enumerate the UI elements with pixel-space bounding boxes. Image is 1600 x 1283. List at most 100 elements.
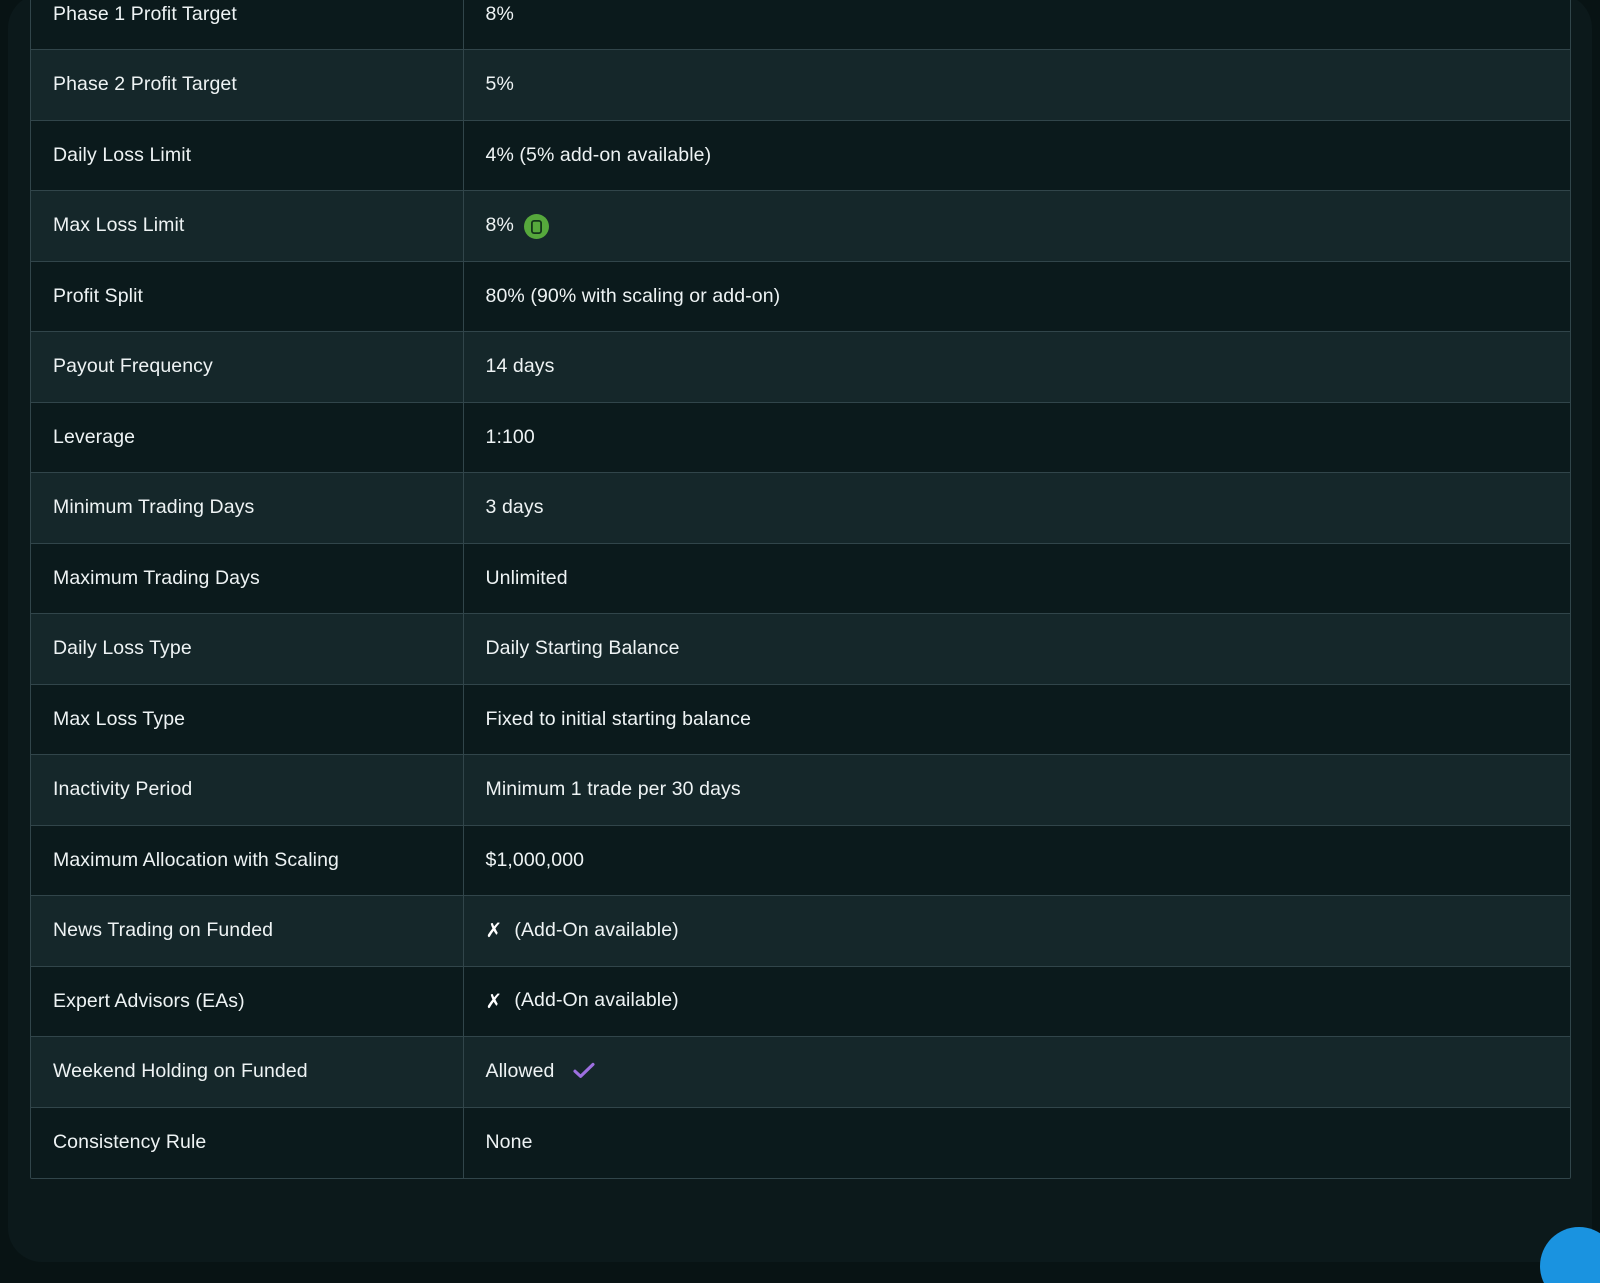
spec-value-cell: 80% (90% with scaling or add-on) [463, 261, 1570, 332]
table-row: Max Loss Type Fixed to initial starting b… [31, 684, 1570, 755]
spec-value-text: 4% (5% add-on available) [485, 143, 712, 166]
spec-label-cell: Daily Loss Limit [31, 120, 464, 191]
spec-value-cell: Fixed to initial starting balance [463, 684, 1570, 755]
table-row: Maximum Allocation with Scaling $1,000,00… [31, 825, 1570, 896]
spec-value-cell: ✗ (Add-On available) [463, 966, 1570, 1037]
spec-label-cell: Max Loss Limit [31, 190, 464, 262]
spec-value-wrap: Allowed [486, 1060, 595, 1083]
spec-label-text: Expert Advisors (EAs) [53, 989, 245, 1012]
cross-icon: ✗ [485, 918, 503, 942]
spec-value-cell: 4% (5% add-on available) [463, 120, 1570, 191]
spec-value-wrap: 80% (90% with scaling or add-on) [486, 285, 781, 308]
table-row: Profit Split 80% (90% with scaling or add… [31, 261, 1570, 332]
spec-value-text: Allowed [485, 1060, 555, 1083]
spec-value-text: 8% [485, 214, 514, 237]
spec-label-cell: Inactivity Period [31, 754, 464, 826]
spec-label-text: Leverage [53, 425, 136, 448]
spec-value-text: 80% (90% with scaling or add-on) [485, 284, 781, 307]
spec-value-wrap: 8% [486, 3, 514, 26]
spec-value-text: Minimum 1 trade per 30 days [485, 778, 741, 801]
spec-table: Phase 1 Profit Target 8% Phase 2 Profit Ta… [31, 0, 1570, 1178]
spec-label-cell: Profit Split [31, 261, 464, 332]
spec-value-text: 3 days [485, 496, 544, 519]
spec-label-text: Phase 1 Profit Target [53, 2, 237, 25]
spec-value-wrap: Fixed to initial starting balance [486, 708, 752, 731]
spec-value-cell: 3 days [463, 472, 1570, 544]
spec-label-cell: Expert Advisors (EAs) [31, 966, 464, 1037]
spec-value-wrap: 14 days [486, 355, 555, 378]
spec-label-cell: Phase 2 Profit Target [31, 49, 464, 121]
table-row: Daily Loss Type Daily Starting Balance [31, 613, 1570, 685]
spec-value-cell: 5% [463, 49, 1570, 121]
spec-value-text: $1,000,000 [485, 848, 585, 871]
table-row: Minimum Trading Days 3 days [31, 472, 1570, 544]
table-row: Daily Loss Limit 4% (5% add-on available) [31, 120, 1570, 191]
table-row: Leverage 1:100 [31, 402, 1570, 473]
spec-label-cell: Maximum Allocation with Scaling [31, 825, 464, 896]
spec-label-text: Max Loss Type [53, 707, 186, 730]
table-row: Expert Advisors (EAs) ✗ (Add-On available) [31, 966, 1570, 1037]
spec-label-text: Daily Loss Type [53, 637, 192, 660]
spec-value-text: Daily Starting Balance [485, 637, 680, 660]
spec-value-cell: 8% [463, 190, 1570, 262]
spec-label-cell: Weekend Holding on Funded [31, 1036, 464, 1108]
spec-label-cell: Daily Loss Type [31, 613, 464, 685]
table-row: Phase 2 Profit Target 5% [31, 49, 1570, 121]
spec-value-wrap: 8% [485, 213, 549, 240]
spec-value-cell: 8% [463, 0, 1570, 50]
spec-label-text: Phase 2 Profit Target [53, 73, 237, 96]
spec-value-wrap: Unlimited [486, 567, 568, 590]
table-row: Payout Frequency 14 days [31, 331, 1570, 403]
spec-value-wrap: None [486, 1131, 533, 1154]
spec-label-text: Inactivity Period [53, 778, 193, 801]
spec-value-text: Fixed to initial starting balance [485, 707, 752, 730]
spec-value-text: 8% [485, 2, 514, 25]
page-background: Phase 1 Profit Target 8% Phase 2 Profit Ta… [0, 0, 1600, 1283]
spec-value-wrap: $1,000,000 [486, 849, 585, 872]
device-icon[interactable] [523, 214, 549, 240]
spec-value-text: 14 days [485, 355, 555, 378]
spec-label-cell: Minimum Trading Days [31, 472, 464, 544]
spec-value-cell: Unlimited [463, 543, 1570, 614]
spec-value-text: (Add-On available) [514, 918, 679, 941]
spec-label-text: Minimum Trading Days [53, 496, 255, 519]
table-row: Inactivity Period Minimum 1 trade per 30 … [31, 754, 1570, 826]
spec-value-text: None [485, 1131, 533, 1153]
spec-value-text: 5% [485, 73, 514, 96]
spec-value-wrap: 3 days [486, 496, 544, 519]
spec-label-text: Consistency Rule [53, 1131, 207, 1153]
spec-value-cell: $1,000,000 [463, 825, 1570, 896]
spec-value-cell: Daily Starting Balance [463, 613, 1570, 685]
spec-label-text: Max Loss Limit [53, 214, 185, 237]
spec-label-cell: Maximum Trading Days [31, 543, 464, 614]
spec-value-wrap: Minimum 1 trade per 30 days [486, 778, 741, 801]
cross-icon: ✗ [485, 988, 503, 1013]
spec-label-text: Maximum Trading Days [53, 566, 260, 589]
spec-label-cell: Consistency Rule [31, 1107, 464, 1178]
spec-value-wrap: Daily Starting Balance [486, 637, 680, 660]
spec-value-text: Unlimited [485, 566, 568, 589]
spec-value-cell: 14 days [463, 331, 1570, 403]
spec-label-cell: Max Loss Type [31, 684, 464, 755]
spec-value-wrap: ✗ (Add-On available) [486, 989, 679, 1012]
spec-value-wrap: 1:100 [486, 426, 535, 449]
table-row: Maximum Trading Days Unlimited [31, 543, 1570, 614]
spec-label-text: Profit Split [53, 284, 144, 307]
spec-label-text: Daily Loss Limit [53, 143, 192, 166]
spec-value-cell: Allowed [463, 1036, 1570, 1108]
spec-label-text: Maximum Allocation with Scaling [53, 848, 339, 871]
spec-value-text: (Add-On available) [514, 989, 679, 1011]
spec-value-cell: 1:100 [463, 402, 1570, 473]
table-row: News Trading on Funded ✗ (Add-On available… [31, 895, 1570, 967]
table-row: Consistency Rule None [31, 1107, 1570, 1178]
spec-label-text: Payout Frequency [53, 355, 213, 378]
spec-value-cell: ✗ (Add-On available) [463, 895, 1570, 967]
spec-value-wrap: ✗ (Add-On available) [486, 919, 679, 942]
table-row: Phase 1 Profit Target 8% [31, 0, 1570, 50]
check-icon [572, 1062, 595, 1085]
spec-value-text: 1:100 [485, 425, 535, 448]
spec-label-cell: News Trading on Funded [31, 895, 464, 967]
spec-label-text: News Trading on Funded [53, 919, 274, 942]
spec-value-cell: Minimum 1 trade per 30 days [463, 754, 1570, 826]
spec-label-cell: Leverage [31, 402, 464, 473]
